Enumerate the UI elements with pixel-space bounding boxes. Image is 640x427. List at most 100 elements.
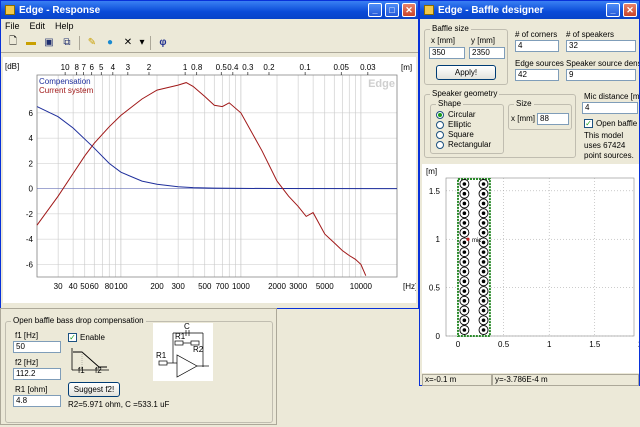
- save-icon[interactable]: ▣: [41, 35, 57, 51]
- y-tick-label: 2: [29, 159, 34, 168]
- x-tick-label: 60: [90, 282, 99, 291]
- open-baffle-check-icon: ✓: [584, 119, 593, 129]
- response-titlebar[interactable]: Edge - Response _ □ ✕: [1, 1, 418, 19]
- speaker-dot: [481, 182, 486, 186]
- toolbar: 🗋 ▬ ▣ ⧉ ✎ ● ✕ ▾ φ: [1, 33, 418, 53]
- x-tick-label: 2000: [268, 282, 286, 291]
- size-x-label: x [mm]: [511, 114, 535, 123]
- shape-title: Shape: [436, 99, 464, 108]
- mic-distance-input[interactable]: 4: [582, 102, 638, 114]
- response-window: Edge - Response _ □ ✕ File Edit Help 🗋 ▬…: [0, 0, 419, 309]
- corners-input[interactable]: 4: [515, 40, 559, 52]
- y-tick-label: 0.5: [429, 284, 441, 293]
- x-tick-label: 30: [54, 282, 63, 291]
- toolbar-separator: [150, 35, 151, 50]
- x-tick-label: 1.5: [589, 340, 601, 349]
- open-baffle-label: Open baffle: [596, 119, 638, 128]
- speakers-input[interactable]: 32: [566, 40, 636, 52]
- speaker-density-input[interactable]: 9: [566, 69, 636, 81]
- x-tick-label: 700: [216, 282, 230, 291]
- maximize-button[interactable]: □: [385, 3, 399, 17]
- speaker-dot: [462, 221, 467, 225]
- legend-entry: Compensation: [39, 77, 91, 86]
- x-tick-label: 1: [547, 340, 552, 349]
- baffle-x-input[interactable]: 350: [429, 47, 465, 59]
- compensation-curve-icon: [71, 348, 109, 371]
- menu-edit[interactable]: Edit: [30, 21, 46, 31]
- circuit-c-label: C: [184, 322, 190, 331]
- f2-input[interactable]: 112.2: [13, 368, 61, 380]
- shape-rectangular-radio[interactable]: Rectangular: [436, 140, 491, 149]
- x-tick-label: 200: [150, 282, 164, 291]
- series-line-current-system: [36, 82, 367, 276]
- top-axis-label: 0.03: [360, 63, 376, 72]
- x-tick-label: 40: [69, 282, 78, 291]
- speaker-dot: [481, 308, 486, 313]
- speaker-dot: [481, 279, 486, 284]
- speaker-dot: [481, 211, 486, 215]
- close-button[interactable]: ✕: [402, 3, 416, 17]
- menu-help[interactable]: Help: [55, 21, 74, 31]
- baffle-x-label: x [mm]: [431, 36, 455, 45]
- globe-icon[interactable]: ●: [102, 35, 118, 51]
- x-tick-label: 500: [198, 282, 212, 291]
- shape-circular-radio[interactable]: Circular: [436, 110, 476, 119]
- top-axis-label: 3: [126, 63, 131, 72]
- shape-elliptic-radio[interactable]: Elliptic: [436, 120, 471, 129]
- top-axis-label: 0.2: [263, 63, 275, 72]
- close-button[interactable]: ✕: [623, 3, 637, 17]
- mic-marker: [466, 237, 470, 241]
- copy-icon[interactable]: ⧉: [59, 35, 75, 51]
- new-icon[interactable]: 🗋: [5, 35, 21, 51]
- apply-button[interactable]: Apply!: [436, 65, 496, 80]
- circuit-r2-label: R2: [193, 345, 204, 354]
- open-baffle-checkbox[interactable]: ✓ Open baffle: [584, 119, 638, 129]
- x-tick-label: 5000: [316, 282, 334, 291]
- menu-file[interactable]: File: [5, 21, 20, 31]
- speaker-dot: [462, 318, 467, 323]
- menu-bar: File Edit Help: [1, 19, 418, 33]
- watermark: Edge: [368, 78, 395, 90]
- x-axis-unit: [Hz]: [403, 282, 416, 291]
- suggest-f2-button[interactable]: Suggest f2!: [68, 382, 120, 397]
- speaker-dot: [462, 328, 467, 332]
- r1-input[interactable]: 4.8: [13, 395, 61, 407]
- legend-entry: Current system: [39, 86, 94, 95]
- speaker-dot: [462, 230, 467, 235]
- phi-icon[interactable]: φ: [155, 35, 171, 51]
- baffle-title: Edge - Baffle designer: [438, 4, 544, 16]
- enable-checkbox[interactable]: ✓ Enable: [68, 333, 105, 343]
- speaker-dot: [462, 182, 467, 186]
- speakers-label: # of speakers: [566, 30, 615, 39]
- top-axis-unit: [m]: [401, 63, 412, 72]
- cross-icon[interactable]: ✕: [120, 35, 136, 51]
- marker-icon[interactable]: ✎: [84, 35, 100, 51]
- top-axis-label: 0.3: [242, 63, 254, 72]
- speaker-dot: [481, 328, 486, 332]
- response-chart: 6420-2-4-6[dB]Edge10 8 7 6 5 4 3 2 1 0.8 0.5 0.4 0.3…: [5, 62, 416, 291]
- size-x-input[interactable]: 88: [537, 113, 569, 125]
- f1-input[interactable]: 50: [13, 341, 61, 353]
- response-title: Edge - Response: [19, 4, 101, 16]
- dropdown-icon[interactable]: ▾: [138, 35, 146, 51]
- top-axis-label: 0.05: [333, 63, 349, 72]
- x-tick-label: 10000: [350, 282, 373, 291]
- x-tick-label: 3000: [289, 282, 307, 291]
- x-tick-label: 0.5: [498, 340, 510, 349]
- open-icon[interactable]: ▬: [23, 35, 39, 51]
- top-axis-label: 5: [99, 63, 104, 72]
- top-axis-label: 4: [111, 63, 116, 72]
- minimize-button[interactable]: _: [368, 3, 382, 17]
- size-title: Size: [514, 99, 534, 108]
- baffle-y-input[interactable]: 2350: [469, 47, 505, 59]
- baffle-titlebar[interactable]: Edge - Baffle designer _ ✕: [420, 1, 639, 19]
- shape-square-radio[interactable]: Square: [436, 130, 474, 139]
- minimize-button[interactable]: _: [606, 3, 620, 17]
- speaker-dot: [462, 299, 467, 303]
- edge-sources-input[interactable]: 42: [515, 69, 559, 81]
- shape-elliptic-label: Elliptic: [448, 120, 472, 129]
- baffle-layout-plot: 0 0.5 1 1.5 2 1.5 1 0.5 0 [m] mic: [426, 167, 639, 349]
- status-x: x=-0.1 m: [422, 374, 492, 386]
- y-tick-label: 1.5: [429, 187, 441, 196]
- speaker-geometry-title: Speaker geometry: [430, 89, 500, 98]
